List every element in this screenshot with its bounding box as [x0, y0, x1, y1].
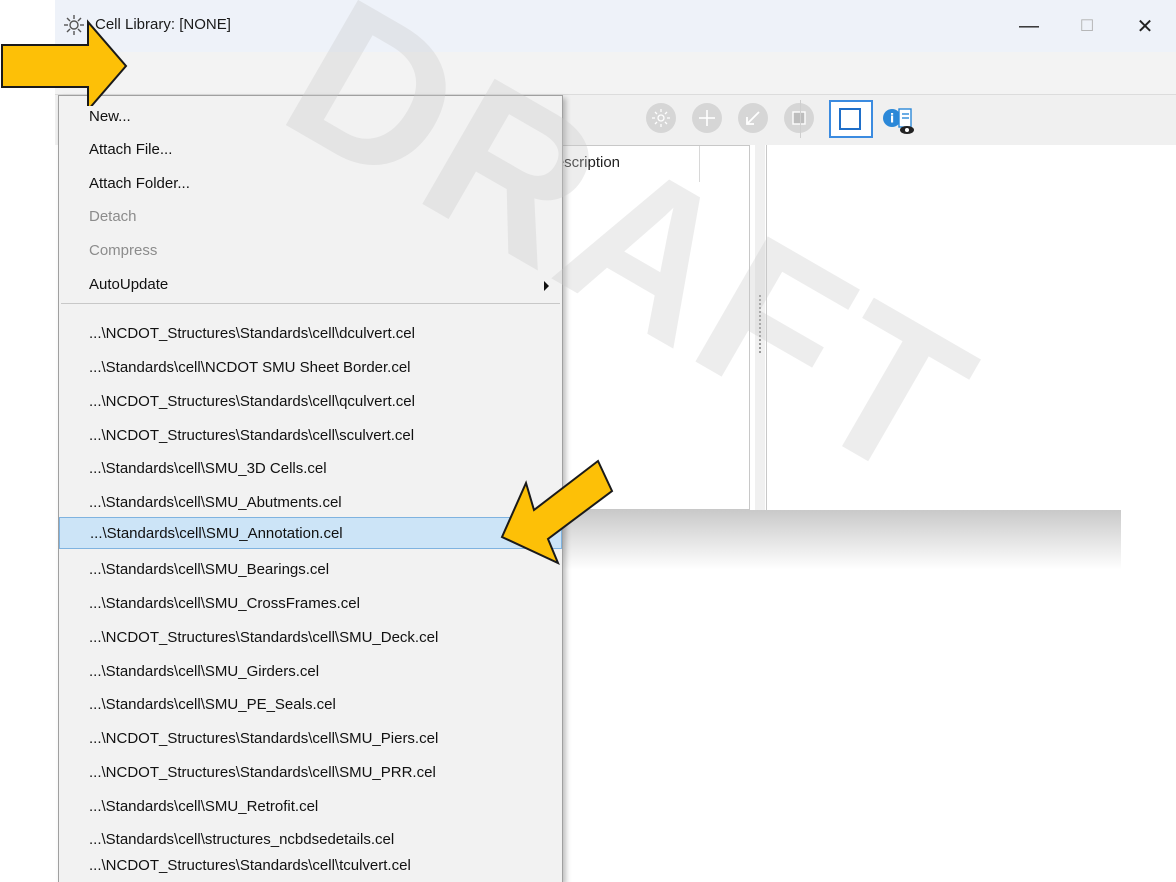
toolbar-separator [800, 100, 801, 138]
arrow-icon[interactable] [738, 103, 768, 133]
callout-arrow-right-icon [1, 19, 128, 106]
info-eye-icon[interactable]: i [881, 103, 917, 139]
menu-item-attach-folder[interactable]: Attach Folder... [59, 168, 562, 200]
recent-file-item[interactable]: ...\Standards\cell\SMU_Retrofit.cel [59, 791, 562, 823]
title-bar[interactable]: Cell Library: [NONE] — ☐ ✕ [55, 0, 1176, 52]
menu-item-autoupdate[interactable]: AutoUpdate [59, 269, 562, 301]
recent-file-item-selected[interactable]: ...\Standards\cell\SMU_Annotation.cel [59, 517, 562, 549]
close-button[interactable]: ✕ [1116, 0, 1174, 52]
menu-bar [55, 52, 1176, 95]
menu-item-compress[interactable]: Compress [59, 235, 562, 267]
image-icon[interactable] [784, 103, 814, 133]
pane-splitter[interactable] [755, 145, 765, 510]
recent-file-item[interactable]: ...\NCDOT_Structures\Standards\cell\SMU_… [59, 622, 562, 654]
recent-file-item[interactable]: ...\Standards\cell\SMU_Girders.cel [59, 656, 562, 688]
menu-item-detach[interactable]: Detach [59, 201, 562, 233]
cell-preview-panel [766, 145, 1122, 510]
maximize-button[interactable]: ☐ [1058, 0, 1116, 52]
splitter-grip [759, 295, 761, 355]
minimize-button[interactable]: — [1000, 0, 1058, 52]
recent-file-item[interactable]: ...\Standards\cell\SMU_3D Cells.cel [59, 453, 562, 485]
recent-file-item[interactable]: ...\Standards\cell\SMU_Bearings.cel [59, 554, 562, 586]
recent-file-item[interactable]: ...\NCDOT_Structures\Standards\cell\SMU_… [59, 723, 562, 755]
recent-file-item[interactable]: ...\Standards\cell\SMU_Abutments.cel [59, 487, 562, 519]
recent-file-item[interactable]: ...\Standards\cell\SMU_PE_Seals.cel [59, 689, 562, 721]
preview-pane-icon[interactable] [829, 100, 873, 138]
recent-file-item[interactable]: ...\NCDOT_Structures\Standards\cell\scul… [59, 420, 562, 452]
recent-file-item[interactable]: ...\Standards\cell\NCDOT SMU Sheet Borde… [59, 352, 562, 384]
submenu-arrow-icon [544, 281, 549, 291]
recent-file-item[interactable]: ...\Standards\cell\SMU_CrossFrames.cel [59, 588, 562, 620]
menu-item-attach-file[interactable]: Attach File... [59, 134, 562, 166]
target-icon[interactable] [692, 103, 722, 133]
sun-icon[interactable] [646, 103, 676, 133]
recent-file-item[interactable]: ...\NCDOT_Structures\Standards\cell\qcul… [59, 386, 562, 418]
file-menu: New... Attach File... Attach Folder... D… [58, 95, 563, 882]
callout-arrow-left-icon [500, 459, 614, 565]
menu-separator [61, 303, 560, 304]
recent-file-item[interactable]: ...\NCDOT_Structures\Standards\cell\SMU_… [59, 757, 562, 789]
recent-file-item[interactable]: ...\NCDOT_Structures\Standards\cell\dcul… [59, 318, 562, 350]
recent-file-item[interactable]: ...\NCDOT_Structures\Standards\cell\tcul… [59, 850, 562, 882]
svg-text:i: i [890, 112, 894, 126]
